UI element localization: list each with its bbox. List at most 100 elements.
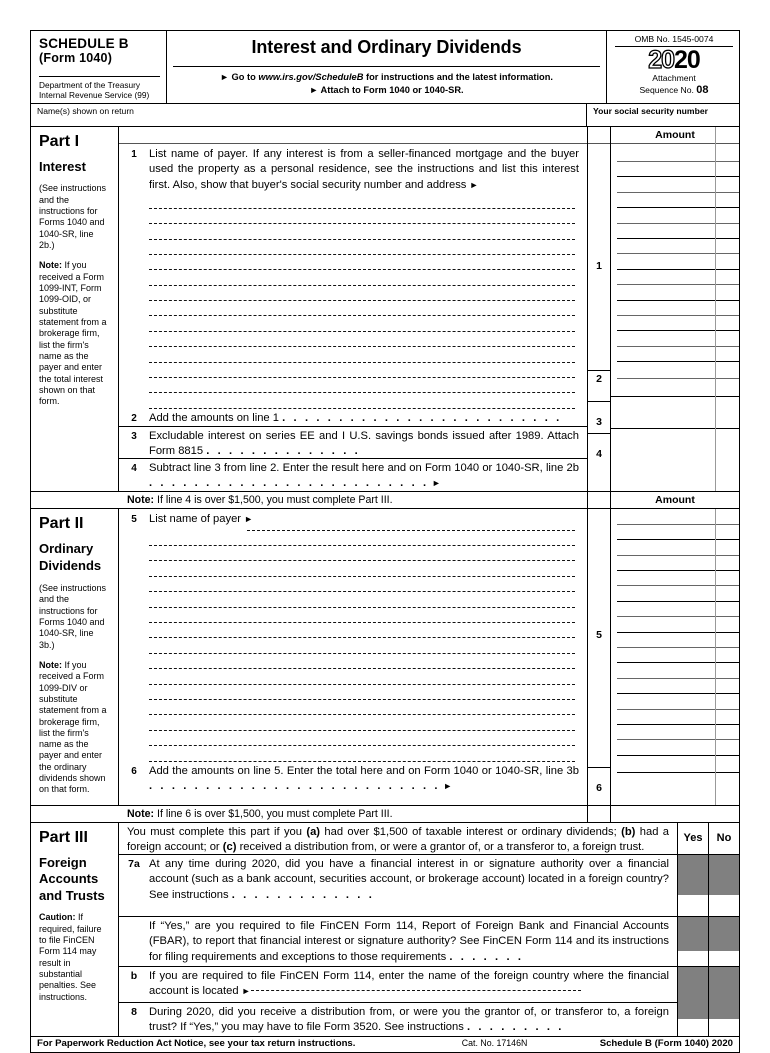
amount-entry-row[interactable] — [617, 725, 739, 741]
payer-entry-row[interactable] — [149, 715, 575, 731]
amount-entry-row[interactable] — [617, 144, 739, 162]
leader-dots: . . . . . . . . . . . . . . . . . . . . … — [282, 411, 562, 424]
part-3-sidebar: Part III Foreign Accounts and Trusts Cau… — [31, 822, 119, 1036]
amount-entry-row[interactable] — [617, 177, 739, 193]
payer-entry-row[interactable] — [149, 561, 575, 577]
payer-entry-row[interactable] — [149, 577, 575, 593]
arrow-icon: ► — [431, 478, 441, 489]
amount-entry-row[interactable] — [617, 347, 739, 363]
line-7a-yes-cell[interactable] — [678, 853, 708, 916]
part-1-amount-rows[interactable] — [611, 144, 739, 461]
amount-entry-row[interactable] — [617, 239, 739, 255]
amount-entry-row[interactable] — [617, 663, 739, 679]
payer-entry-row[interactable] — [149, 286, 575, 302]
amount-entry-row[interactable] — [617, 617, 739, 633]
amount-entry-row[interactable] — [617, 525, 739, 541]
amount-total-line-6[interactable] — [611, 773, 739, 805]
amount-entry-row[interactable] — [617, 756, 739, 773]
ssn-field[interactable]: Your social security number — [587, 104, 739, 126]
part-2-amount-rows[interactable] — [611, 509, 739, 805]
payer-entry-row[interactable] — [149, 270, 575, 286]
part-1-body-header-spacer — [119, 127, 587, 144]
amount-entry-row[interactable] — [617, 509, 739, 525]
amount-entry-row[interactable] — [617, 710, 739, 725]
goto-url[interactable]: www.irs.gov/ScheduleB — [258, 72, 363, 82]
amount-entry-row[interactable] — [617, 362, 739, 380]
line-8-yes-cell[interactable] — [678, 1001, 708, 1036]
amount-entry-row[interactable] — [617, 224, 739, 239]
amount-entry-row[interactable] — [617, 556, 739, 571]
payer-entry-row[interactable] — [149, 209, 575, 225]
payer-entry-row[interactable] — [149, 224, 575, 240]
amount-entry-row[interactable] — [617, 740, 739, 756]
shaded-block — [709, 854, 739, 895]
amount-entry-row[interactable] — [617, 208, 739, 224]
payer-entry-row[interactable] — [149, 378, 575, 394]
payer-entry-row[interactable] — [149, 623, 575, 639]
amount-total-line-4[interactable] — [611, 429, 739, 461]
payer-entry-row[interactable] — [149, 316, 575, 332]
amount-entry-row[interactable] — [617, 679, 739, 695]
payer-entry-row[interactable] — [149, 731, 575, 747]
payer-entry-row[interactable] — [149, 592, 575, 608]
ssn-label: Your social security number — [593, 106, 708, 116]
part-2-payer-rows[interactable] — [119, 515, 587, 762]
amount-entry-row[interactable] — [617, 571, 739, 587]
part-3-no-column: No — [708, 822, 739, 1036]
amount-entry-row[interactable] — [617, 694, 739, 710]
line-8-no-cell[interactable] — [709, 1001, 739, 1036]
payer-entry-row[interactable] — [149, 700, 575, 716]
amount-entry-row[interactable] — [617, 331, 739, 347]
payer-entry-row[interactable] — [149, 546, 575, 562]
line-7a-cont-no-cell[interactable] — [709, 915, 739, 966]
amount-entry-row[interactable] — [617, 316, 739, 332]
sequence-label: Sequence No. — [639, 84, 694, 95]
payer-entry-row[interactable] — [149, 193, 575, 209]
part-3-title-3: and Trusts — [39, 887, 105, 903]
payer-entry-row[interactable] — [149, 393, 575, 409]
amount-entry-row[interactable] — [617, 193, 739, 209]
line-1-number: 1 — [131, 149, 137, 160]
amount-total-line-2[interactable] — [611, 379, 739, 398]
payer-entry-row[interactable] — [149, 332, 575, 348]
line-7a-number: 7a — [128, 857, 140, 870]
name-field[interactable]: Name(s) shown on return — [31, 104, 587, 126]
amount-entry-row[interactable] — [617, 602, 739, 618]
payer-entry-row[interactable] — [149, 347, 575, 363]
line-7a-cont-number — [119, 917, 149, 966]
amount-entry-row[interactable] — [617, 301, 739, 316]
department-line: Department of the Treasury — [39, 79, 140, 90]
line-4-text: Subtract line 3 from line 2. Enter the r… — [149, 461, 579, 490]
line-7a-no-cell[interactable] — [709, 853, 739, 916]
line-7a-cont-yes-cell[interactable] — [678, 915, 708, 966]
part-1-payer-rows[interactable] — [119, 193, 587, 409]
no-header: No — [716, 831, 732, 844]
amount-total-line-3[interactable] — [611, 397, 739, 430]
leader-dots: . . . . . . . — [449, 950, 524, 963]
line-2-number: 2 — [131, 412, 137, 424]
foreign-country-input[interactable] — [250, 990, 581, 992]
cents-divider — [715, 508, 716, 805]
payer-entry-row[interactable] — [149, 685, 575, 700]
payer-entry-row[interactable] — [149, 654, 575, 670]
amount-entry-row[interactable] — [617, 633, 739, 648]
payer-entry-row[interactable] — [149, 301, 575, 317]
payer-entry-row[interactable] — [149, 363, 575, 379]
amount-entry-row[interactable] — [617, 285, 739, 301]
part-2-note: Note: If you received a Form 1099-DIV or… — [31, 651, 118, 796]
payer-entry-row[interactable] — [149, 638, 575, 654]
amount-entry-row[interactable] — [617, 648, 739, 664]
payer-entry-row[interactable] — [149, 608, 575, 624]
payer-entry-row[interactable] — [149, 240, 575, 255]
payer-entry-row[interactable] — [149, 255, 575, 271]
payer-entry-row[interactable] — [149, 669, 575, 685]
amount-entry-row[interactable] — [617, 254, 739, 270]
part-3-yes-column: Yes — [677, 822, 708, 1036]
amount-entry-row[interactable] — [617, 270, 739, 286]
amount-entry-row[interactable] — [617, 586, 739, 602]
line-7b-text: If you are required to file FinCEN Form … — [149, 969, 669, 998]
payer-entry-row[interactable] — [149, 746, 575, 762]
payer-entry-row[interactable] — [149, 531, 575, 547]
amount-entry-row[interactable] — [617, 162, 739, 178]
amount-entry-row[interactable] — [617, 540, 739, 556]
